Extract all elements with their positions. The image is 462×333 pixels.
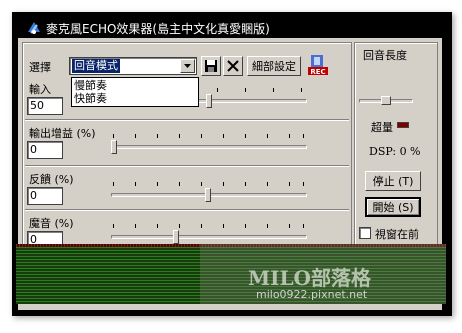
input-slider-thumb[interactable]	[206, 94, 212, 108]
output-gain-slider-thumb[interactable]	[111, 140, 117, 154]
controls-panel: 選擇 回音模式 細部設定 REC 輸入 50 輸出增益 (%) 0 反饋 (%)…	[22, 42, 352, 250]
voice-changer-slider-ticks	[111, 219, 307, 228]
spectrum-visualizer	[16, 244, 446, 304]
divider	[25, 209, 349, 211]
output-gain-value-field[interactable]: 0	[27, 141, 63, 159]
dropdown-button[interactable]	[180, 59, 195, 73]
echo-length-label: 回音長度	[363, 49, 407, 62]
input-value-field[interactable]: 50	[27, 97, 63, 115]
input-label: 輸入	[29, 83, 51, 96]
voice-changer-slider-track	[111, 235, 307, 239]
topmost-checkbox[interactable]	[359, 227, 371, 239]
output-gain-label: 輸出增益 (%)	[29, 127, 96, 140]
status-panel: 回音長度 超量 DSP: 0 % 停止 (T) 開始 (S) 視窗在前	[354, 42, 438, 250]
watermark-title: MILO部落格	[248, 266, 371, 290]
watermark-url: milo0922.pixnet.net	[256, 288, 368, 301]
voice-changer-label: 魔音 (%)	[29, 217, 74, 230]
feedback-slider-thumb[interactable]	[205, 188, 211, 202]
feedback-slider-ticks	[111, 177, 307, 186]
divider	[25, 119, 349, 121]
preset-selected-value: 回音模式	[72, 59, 120, 73]
dropdown-option[interactable]: 快節奏	[74, 92, 107, 105]
preset-dropdown-list: 慢節奏 快節奏	[71, 77, 199, 107]
echo-length-thumb[interactable]	[381, 96, 391, 105]
preset-label: 選擇	[29, 61, 51, 74]
feedback-value-field[interactable]: 0	[27, 187, 63, 205]
title-bar[interactable]: 麥克風ECHO效果器(島主中文化真愛睏版)	[18, 18, 442, 38]
dsp-readout: DSP: 0 %	[369, 145, 421, 158]
topmost-label: 視窗在前	[375, 228, 419, 241]
stop-button[interactable]: 停止 (T)	[365, 171, 421, 191]
preset-select[interactable]: 回音模式	[69, 57, 197, 75]
svg-text:REC: REC	[310, 68, 325, 76]
chevron-down-icon	[184, 64, 191, 68]
voice-changer-slider-thumb[interactable]	[173, 230, 179, 244]
overload-label: 超量	[371, 121, 393, 134]
record-icon[interactable]: REC	[307, 54, 329, 76]
overload-indicator	[397, 122, 409, 128]
output-gain-slider-ticks	[111, 129, 307, 138]
save-button[interactable]	[201, 56, 221, 76]
feedback-label: 反饋 (%)	[29, 173, 74, 186]
start-button[interactable]: 開始 (S)	[365, 197, 421, 217]
close-icon	[227, 60, 239, 72]
dropdown-option[interactable]: 慢節奏	[74, 79, 107, 92]
divider	[25, 165, 349, 167]
clear-button[interactable]	[223, 56, 243, 76]
detail-settings-button[interactable]: 細部設定	[247, 56, 301, 76]
output-gain-slider-track	[111, 145, 307, 149]
app-icon	[28, 22, 40, 34]
floppy-disk-icon	[205, 60, 217, 72]
window-title: 麥克風ECHO效果器(島主中文化真愛睏版)	[46, 21, 270, 36]
